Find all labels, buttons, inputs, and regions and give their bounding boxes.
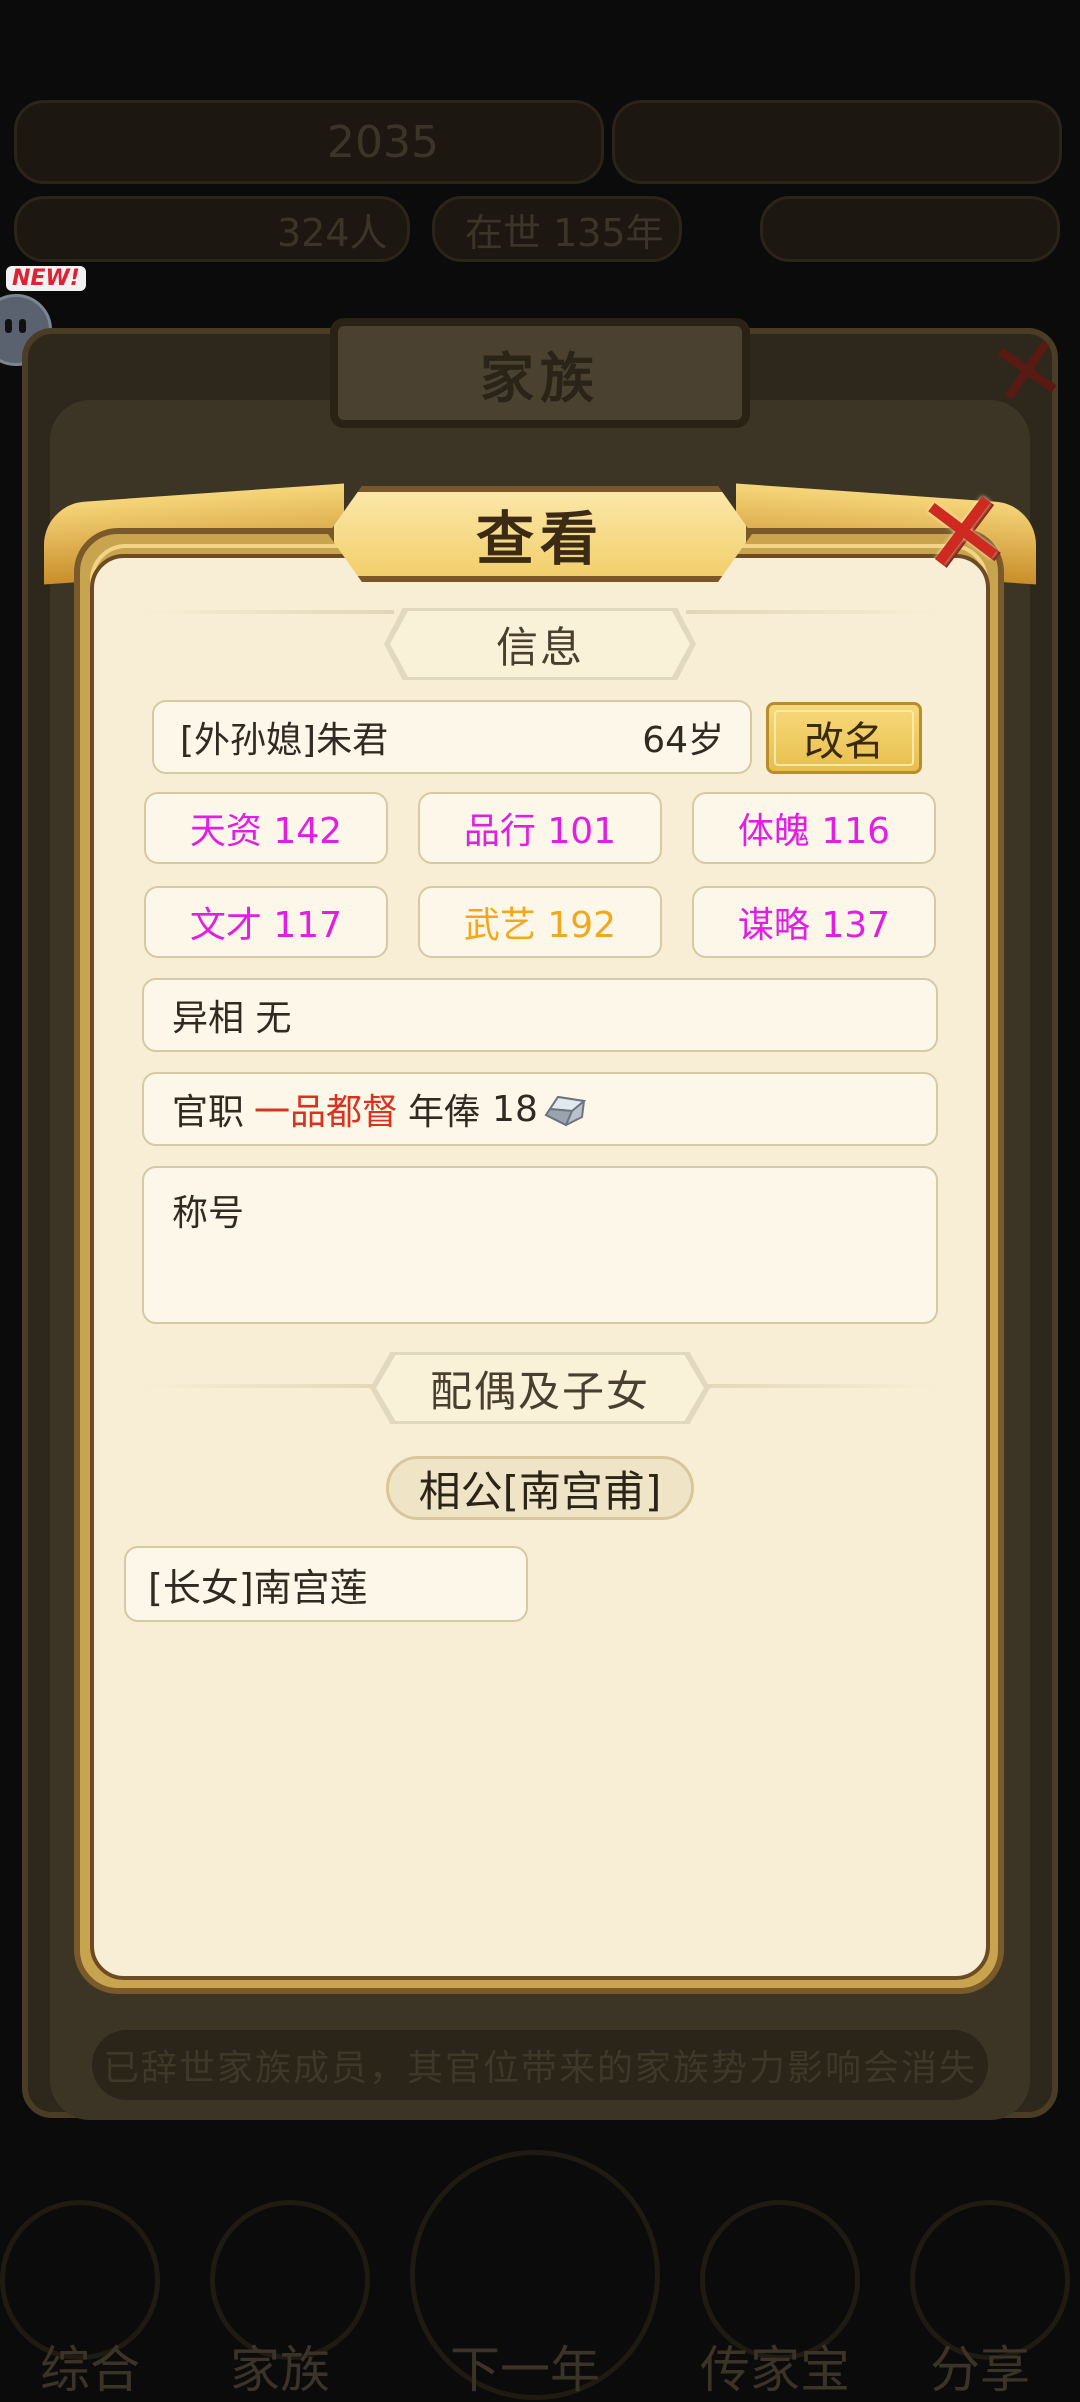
dialog-title: 查看 (475, 505, 604, 573)
spouse-name: 相公[南宫甫] (418, 1466, 662, 1516)
honorific-box: 称号 (142, 1166, 938, 1324)
trait-box: 异相 无 (142, 978, 938, 1052)
rename-label: 改名 (804, 719, 884, 765)
divider-left-2 (144, 1384, 394, 1388)
info-section-header: 信息 (390, 611, 690, 677)
stat-talent: 天资 142 (144, 792, 388, 864)
currency-bar (612, 100, 1062, 184)
stat-strategy: 谋略 137 (692, 886, 936, 958)
tab-share[interactable]: 分享 (930, 2330, 1030, 2402)
office-label: 官职 (172, 1092, 245, 1133)
tab-general[interactable]: 综合 (40, 2330, 140, 2402)
new-label: NEW! (6, 266, 86, 291)
stat-martial: 武艺 192 (418, 886, 662, 958)
silver-ingot-icon (542, 1089, 588, 1129)
family-title: 家族 (480, 346, 600, 410)
stat-physique: 体魄 116 (692, 792, 936, 864)
office-rank: 一品都督 (254, 1092, 399, 1133)
tab-next-year[interactable]: 下一年 (450, 2330, 600, 2402)
tab-family[interactable]: 家族 (230, 2330, 330, 2402)
close-icon: ✕ (909, 465, 1017, 602)
deceased-note: 已辞世家族成员，其官位带来的家族势力影响会消失 (92, 2030, 988, 2100)
spouse-button[interactable]: 相公[南宫甫] (386, 1456, 694, 1520)
divider-left (144, 610, 394, 614)
honorific-label: 称号 (172, 1193, 245, 1234)
child-name: [长女]南宫莲 (148, 1565, 368, 1610)
spouse-section-title: 配偶及子女 (429, 1366, 650, 1416)
salary-value: 18 (492, 1088, 538, 1130)
years-bar: 在世 135年 (432, 196, 682, 262)
stat-conduct: 品行 101 (418, 792, 662, 864)
misc-bar (760, 196, 1060, 262)
info-section-title: 信息 (495, 622, 584, 672)
office-box: 官职 一品都督 年俸 18 (142, 1072, 938, 1146)
family-title-plate: 家族 (330, 318, 750, 428)
member-age: 64岁 (642, 720, 724, 761)
divider-right (686, 610, 936, 614)
population-value: 324人 (277, 210, 388, 255)
resource-bar: 2035 (14, 100, 604, 184)
close-button[interactable]: ✕ (910, 465, 1028, 601)
member-name: [外孙媳]朱君 (180, 720, 389, 761)
resource-value: 2035 (327, 116, 439, 168)
dialog-title-plate: 查看 (328, 486, 752, 582)
population-bar: 324人 (14, 196, 410, 262)
stat-literary: 文才 117 (144, 886, 388, 958)
years-value: 在世 135年 (465, 210, 664, 255)
member-name-box: [外孙媳]朱君 64岁 (152, 700, 752, 774)
trait-text: 异相 无 (172, 998, 292, 1039)
spouse-section-header: 配偶及子女 (376, 1355, 704, 1421)
child-item[interactable]: [长女]南宫莲 (124, 1546, 528, 1622)
salary-label: 年俸 (408, 1092, 481, 1133)
rename-button[interactable]: 改名 (766, 702, 922, 774)
divider-right-2 (686, 1384, 936, 1388)
tab-heirloom[interactable]: 传家宝 (700, 2330, 850, 2402)
